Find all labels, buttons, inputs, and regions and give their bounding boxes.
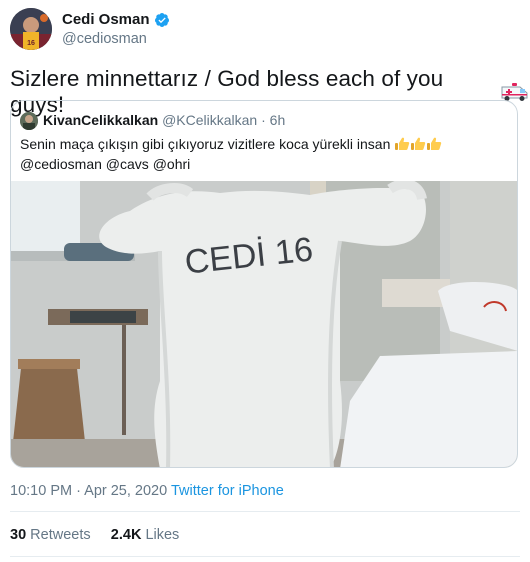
divider [10,556,520,557]
ambulance-icon [500,82,530,102]
quoted-mentions[interactable]: @cediosman @cavs @ohri [20,156,190,172]
retweets-stat[interactable]: 30 Retweets [10,527,91,543]
author-name[interactable]: Cedi Osman [62,11,150,28]
likes-count: 2.4K [110,527,142,543]
thumbs-up-icon [410,136,426,150]
avatar[interactable]: 16 [10,8,52,50]
retweets-count: 30 [10,527,27,543]
dot-separator: · [261,112,266,128]
thumbs-up-icon [394,136,410,150]
likes-label: Likes [145,527,180,543]
timestamp[interactable]: 10:10 PM · Apr 25, 2020 [10,483,167,499]
quoted-author-name[interactable]: KivanCelikkalkan [43,112,158,128]
quoted-text: Senin maça çıkışın gibi çıkıyoruz vizitl… [20,136,391,152]
quoted-time[interactable]: 6h [270,112,286,128]
author-handle[interactable]: @cediosman [62,31,147,47]
quoted-author-handle[interactable]: @KCelikkalkan [162,112,257,128]
author-name-row[interactable]: Cedi Osman [62,11,170,28]
retweets-label: Retweets [30,527,91,543]
quoted-tweet[interactable]: KivanCelikkalkan @KCelikkalkan · 6h Seni… [10,100,518,468]
svg-text:16: 16 [27,40,35,47]
source-link[interactable]: Twitter for iPhone [171,483,284,499]
quoted-photo[interactable]: CEDİ 16 [11,179,517,467]
quoted-header: KivanCelikkalkan @KCelikkalkan · 6h [43,112,285,128]
engagement-stats: 30 Retweets 2.4K Likes [10,527,179,543]
quoted-text-block: Senin maça çıkışın gibi çıkıyoruz vizitl… [20,134,510,174]
timestamp-row: 10:10 PM · Apr 25, 2020 Twitter for iPho… [10,483,284,499]
thumbs-up-icon [426,136,442,150]
quoted-avatar[interactable] [20,112,38,130]
divider [10,511,520,512]
likes-stat[interactable]: 2.4K Likes [111,527,180,543]
verified-badge-icon [154,12,170,28]
